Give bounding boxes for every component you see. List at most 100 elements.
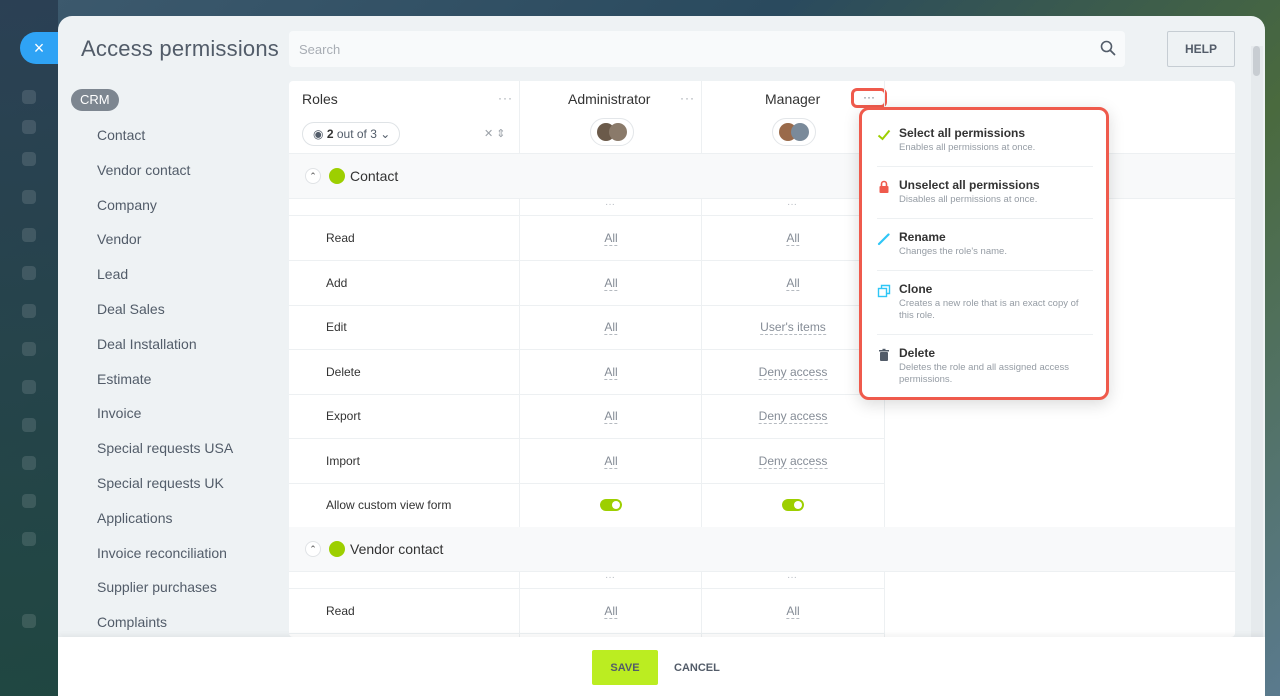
save-button[interactable]: SAVE — [592, 650, 658, 685]
column-menu-row: ··· ··· — [289, 199, 885, 216]
menu-item-clone[interactable]: Clone Creates a new role that is an exac… — [877, 282, 1093, 326]
sidebar-item[interactable]: Invoice — [97, 405, 233, 440]
column-divider — [519, 199, 520, 527]
role-menu-button[interactable]: ··· — [680, 91, 695, 105]
sidebar-item[interactable]: Special requests USA — [97, 440, 233, 475]
menu-item-title: Delete — [899, 346, 936, 360]
permission-value[interactable]: All — [786, 231, 800, 246]
help-button[interactable]: HELP — [1167, 31, 1235, 67]
chevron-up-icon[interactable]: ⌃ — [305, 168, 321, 184]
menu-divider — [877, 334, 1093, 335]
permission-toggle[interactable] — [782, 499, 804, 511]
left-rail — [0, 0, 58, 696]
sidebar-item[interactable]: Applications — [97, 510, 233, 545]
table-row: Delete All Deny access — [289, 350, 885, 395]
permission-value[interactable]: All — [604, 409, 618, 424]
permission-label: Export — [326, 409, 361, 423]
permission-label: Delete — [326, 365, 361, 379]
scrollbar-track[interactable] — [1251, 46, 1263, 666]
search-input[interactable] — [289, 31, 1125, 67]
permission-value[interactable]: All — [786, 604, 800, 619]
rail-icon[interactable] — [22, 418, 36, 432]
menu-item-rename[interactable]: Rename Changes the role's name. — [877, 230, 1093, 262]
roles-menu-button[interactable]: ··· — [498, 91, 513, 105]
sidebar-item[interactable]: Deal Installation — [97, 336, 233, 371]
crm-badge[interactable]: CRM — [71, 89, 119, 111]
sidebar-item[interactable]: Contact — [97, 127, 233, 162]
lock-icon — [879, 180, 889, 193]
sidebar-item[interactable]: Company — [97, 197, 233, 232]
column-divider — [519, 572, 520, 637]
menu-item-desc: Disables all permissions at once. — [899, 194, 1038, 205]
menu-item-select-all[interactable]: Select all permissions Enables all permi… — [877, 126, 1093, 158]
eye-icon: ◉ — [313, 127, 324, 141]
rail-icon[interactable] — [22, 456, 36, 470]
sidebar-item[interactable]: Deal Sales — [97, 301, 233, 336]
search-icon[interactable] — [1100, 40, 1116, 56]
menu-item-unselect-all[interactable]: Unselect all permissions Disables all pe… — [877, 178, 1093, 210]
rail-icon[interactable] — [22, 342, 36, 356]
filter-count: 2 — [326, 127, 334, 141]
menu-divider — [877, 218, 1093, 219]
permission-value[interactable]: Deny access — [758, 454, 828, 469]
menu-divider — [877, 270, 1093, 271]
rail-icon[interactable] — [22, 532, 36, 546]
column-menu-button[interactable]: ··· — [787, 199, 797, 210]
role-avatars[interactable] — [772, 118, 816, 146]
sidebar-item[interactable]: Supplier purchases — [97, 579, 233, 614]
rail-icon[interactable] — [22, 120, 36, 134]
rail-icon[interactable] — [22, 494, 36, 508]
chevron-down-icon: ⌄ — [380, 127, 391, 141]
sidebar-item[interactable]: Special requests UK — [97, 475, 233, 510]
collapse-expand-icon[interactable]: ✕ ⇕ — [484, 127, 506, 140]
permission-label: Allow custom view form — [326, 498, 452, 512]
manager-role-menu-button[interactable]: ··· — [851, 88, 887, 108]
column-menu-button[interactable]: ··· — [787, 572, 797, 583]
permission-value[interactable]: Deny access — [758, 409, 828, 424]
access-permissions-panel: Access permissions HELP CRM Contact Vend… — [58, 16, 1265, 696]
permission-label: Add — [326, 276, 348, 290]
column-divider — [701, 81, 702, 154]
permission-value[interactable]: All — [604, 454, 618, 469]
sidebar-item[interactable]: Vendor — [97, 231, 233, 266]
permission-value[interactable]: All — [786, 276, 800, 291]
table-row: Allow custom view form — [289, 483, 885, 528]
rail-icon[interactable] — [22, 152, 36, 166]
permission-value[interactable]: All — [604, 276, 618, 291]
rail-icon[interactable] — [22, 190, 36, 204]
close-button[interactable]: × — [20, 32, 58, 64]
section-vendor-contact[interactable]: ⌃ Vendor contact — [289, 527, 1235, 572]
permission-value[interactable]: All — [604, 320, 618, 335]
role-filter[interactable]: ◉ 2 out of 3 ⌄ — [302, 122, 400, 146]
permission-value[interactable]: All — [604, 365, 618, 380]
scrollbar-thumb[interactable] — [1253, 46, 1260, 76]
table-row: Edit All User's items — [289, 305, 885, 350]
copy-icon — [877, 284, 891, 298]
chevron-up-icon[interactable]: ⌃ — [305, 541, 321, 557]
column-menu-button[interactable]: ··· — [605, 572, 615, 583]
permission-value[interactable]: Deny access — [758, 365, 828, 380]
rail-icon[interactable] — [22, 380, 36, 394]
permission-value[interactable]: User's items — [760, 320, 826, 335]
menu-item-title: Select all permissions — [899, 126, 1026, 140]
menu-item-desc: Creates a new role that is an exact copy… — [899, 298, 1079, 321]
rail-icon[interactable] — [22, 266, 36, 280]
permission-toggle[interactable] — [600, 499, 622, 511]
permission-value[interactable]: All — [604, 231, 618, 246]
rail-icon[interactable] — [22, 614, 36, 628]
role-avatars[interactable] — [590, 118, 634, 146]
rail-icon[interactable] — [22, 304, 36, 318]
column-menu-button[interactable]: ··· — [605, 199, 615, 210]
cancel-button[interactable]: CANCEL — [666, 650, 728, 685]
permission-value[interactable]: All — [604, 604, 618, 619]
pencil-icon — [877, 233, 890, 246]
rail-icon[interactable] — [22, 90, 36, 104]
table-row: Read All All — [289, 589, 885, 634]
sidebar-item[interactable]: Vendor contact — [97, 162, 233, 197]
rail-icon[interactable] — [22, 228, 36, 242]
sidebar-item[interactable]: Invoice reconciliation — [97, 545, 233, 580]
sidebar-item[interactable]: Estimate — [97, 371, 233, 406]
sidebar-item[interactable]: Lead — [97, 266, 233, 301]
section-label: Vendor contact — [350, 541, 444, 557]
menu-item-delete[interactable]: Delete Deletes the role and all assigned… — [877, 346, 1093, 390]
